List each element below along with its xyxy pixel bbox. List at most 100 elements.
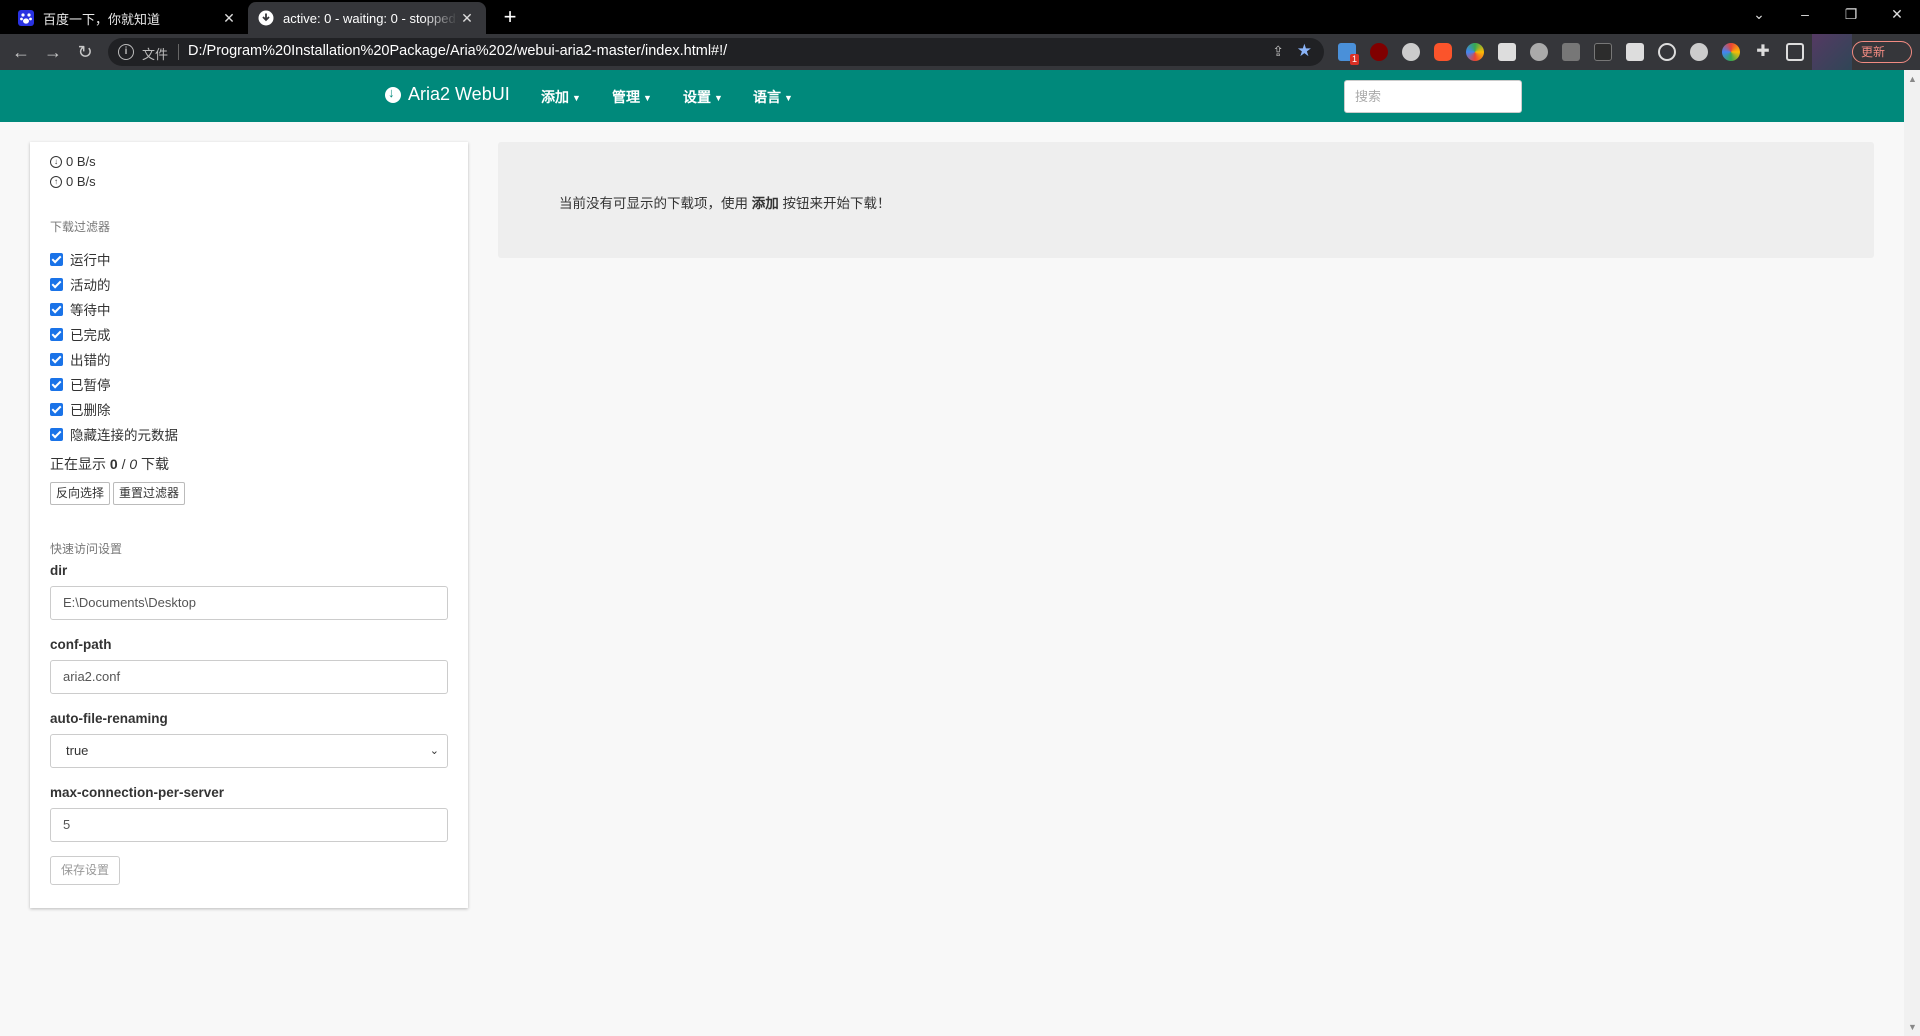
- filter-error[interactable]: 出错的: [50, 350, 111, 368]
- checkbox[interactable]: [50, 302, 63, 316]
- brave-lion-icon[interactable]: [1434, 43, 1452, 61]
- download-speed: ↓ 0 B/s: [50, 154, 96, 169]
- scroll-up-icon[interactable]: ▲: [1908, 74, 1917, 84]
- minimize-button[interactable]: –: [1782, 0, 1828, 30]
- checkbox[interactable]: [50, 377, 63, 391]
- google-ext-icon[interactable]: [1466, 43, 1484, 61]
- showing-count: 正在显示 0 / 0 下载: [50, 454, 169, 474]
- baidu-paw-icon: [18, 10, 34, 26]
- download-speed-icon: ↓: [50, 155, 62, 168]
- conf-path-input[interactable]: aria2.conf: [50, 660, 448, 694]
- ublock-icon[interactable]: [1370, 43, 1388, 61]
- security-label: 文件: [142, 47, 169, 62]
- puzzle-icon[interactable]: ✚: [1754, 43, 1772, 61]
- caret-down-icon: ▼: [714, 93, 723, 104]
- filter-label: 已完成: [70, 328, 111, 343]
- bar-ext-icon[interactable]: [1594, 43, 1612, 61]
- menu-manage[interactable]: 管理 ▼: [612, 87, 652, 107]
- bookmark-star-icon[interactable]: ★: [1297, 41, 1312, 61]
- filter-label: 等待中: [70, 303, 111, 318]
- filter-label: 已删除: [70, 403, 111, 418]
- download-icon: [258, 10, 274, 26]
- share-icon[interactable]: ⇪: [1272, 43, 1284, 60]
- invert-selection-button[interactable]: 反向选择: [50, 482, 111, 505]
- checkbox[interactable]: [50, 427, 63, 441]
- info-icon[interactable]: i: [118, 44, 134, 60]
- empty-downloads-alert: 当前没有可显示的下载项，使用 添加 按钮来开始下载！: [498, 142, 1874, 258]
- reader-icon[interactable]: [1626, 43, 1644, 61]
- share-ext-icon[interactable]: [1562, 43, 1580, 61]
- filter-paused[interactable]: 已暂停: [50, 375, 111, 393]
- compass-icon[interactable]: [1402, 43, 1420, 61]
- dark-reader-icon[interactable]: [1690, 43, 1708, 61]
- reload-button[interactable]: ↻: [74, 41, 96, 63]
- ext-badge-icon[interactable]: 1: [1338, 43, 1359, 65]
- checkbox[interactable]: [50, 327, 63, 341]
- menu-label: 语言: [753, 89, 781, 105]
- setting-label-dir: dir: [50, 563, 68, 578]
- filter-complete[interactable]: 已完成: [50, 325, 111, 343]
- tab-close-icon[interactable]: ✕: [220, 10, 238, 27]
- back-button[interactable]: ←: [10, 41, 32, 63]
- brand-title: Aria2 WebUI: [408, 84, 510, 104]
- page-scrollbar[interactable]: ▲ ▼: [1904, 70, 1920, 1036]
- zoom-icon[interactable]: [1658, 43, 1676, 61]
- color-wheel-icon[interactable]: [1722, 43, 1740, 61]
- checkbox[interactable]: [50, 252, 63, 266]
- filter-waiting[interactable]: 等待中: [50, 300, 111, 318]
- chevron-down-icon: ⌄: [429, 745, 439, 757]
- quick-settings-title: 快速访问设置: [50, 542, 123, 556]
- filter-removed[interactable]: 已删除: [50, 400, 111, 418]
- dir-input[interactable]: E:\Documents\Desktop: [50, 586, 448, 620]
- new-tab-button[interactable]: +: [496, 4, 524, 32]
- showing-suffix: 下载: [141, 456, 170, 472]
- tab-title: 百度一下，你就知道: [43, 11, 161, 27]
- caret-down-icon: ▼: [643, 93, 652, 104]
- setting-label-conf-path: conf-path: [50, 637, 112, 652]
- menu-label: 添加: [541, 89, 569, 105]
- upload-speed-value: 0 B/s: [66, 174, 96, 189]
- url-text[interactable]: D:/Program%20Installation%20Package/Aria…: [188, 43, 727, 59]
- bolt-icon[interactable]: [1530, 43, 1548, 61]
- filter-hide-metadata[interactable]: 隐藏连接的元数据: [50, 425, 178, 443]
- checkbox[interactable]: [50, 402, 63, 416]
- message-text: 当前没有可显示的下载项，使用: [559, 196, 748, 211]
- checkbox[interactable]: [50, 352, 63, 366]
- filter-section-title: 下载过滤器: [50, 220, 111, 234]
- checkbox[interactable]: [50, 277, 63, 291]
- sidebar-panel: ↓ 0 B/s ↑ 0 B/s 下载过滤器 运行中 活动的 等待中 已完成 出错…: [30, 142, 468, 908]
- restore-button[interactable]: ❐: [1828, 0, 1874, 30]
- menu-label: 设置: [683, 89, 711, 105]
- menu-language[interactable]: 语言 ▼: [753, 87, 793, 107]
- address-bar[interactable]: i 文件 D:/Program%20Installation%20Package…: [108, 38, 1324, 66]
- filter-running[interactable]: 运行中: [50, 250, 111, 268]
- download-speed-value: 0 B/s: [66, 154, 96, 169]
- tab-search-icon[interactable]: ⌄: [1736, 0, 1782, 30]
- tab-aria2[interactable]: active: 0 - waiting: 0 - stopped: 0 ✕: [248, 2, 486, 34]
- caret-down-icon: ▼: [572, 93, 581, 104]
- upload-speed-icon: ↑: [50, 175, 62, 188]
- browser-toolbar: ← → ↻ i 文件 D:/Program%20Installation%20P…: [0, 34, 1920, 70]
- tab-close-icon[interactable]: ✕: [458, 10, 476, 27]
- filter-active[interactable]: 活动的: [50, 275, 111, 293]
- tab-baidu[interactable]: 百度一下，你就知道 ✕: [8, 2, 248, 34]
- search-input[interactable]: [1344, 80, 1522, 113]
- auto-file-renaming-select[interactable]: true ⌄: [50, 734, 448, 768]
- close-window-button[interactable]: ✕: [1874, 0, 1920, 30]
- reset-filters-button[interactable]: 重置过滤器: [113, 482, 186, 505]
- scroll-down-icon[interactable]: ▼: [1908, 1022, 1917, 1032]
- brand[interactable]: Aria2 WebUI: [385, 84, 510, 105]
- setting-label-max-connection: max-connection-per-server: [50, 785, 225, 800]
- save-settings-button[interactable]: 保存设置: [50, 856, 121, 885]
- menu-add[interactable]: 添加 ▼: [541, 87, 581, 107]
- filter-label: 运行中: [70, 253, 111, 268]
- gamepad-icon[interactable]: [1498, 43, 1516, 61]
- update-button[interactable]: 更新: [1852, 41, 1912, 63]
- max-connection-input[interactable]: 5: [50, 808, 448, 842]
- menu-settings[interactable]: 设置 ▼: [683, 87, 723, 107]
- sidepanel-icon[interactable]: [1786, 43, 1804, 61]
- filter-label: 隐藏连接的元数据: [70, 428, 178, 443]
- filter-label: 已暂停: [70, 378, 111, 393]
- showing-prefix: 正在显示: [50, 456, 106, 472]
- forward-button[interactable]: →: [42, 41, 64, 63]
